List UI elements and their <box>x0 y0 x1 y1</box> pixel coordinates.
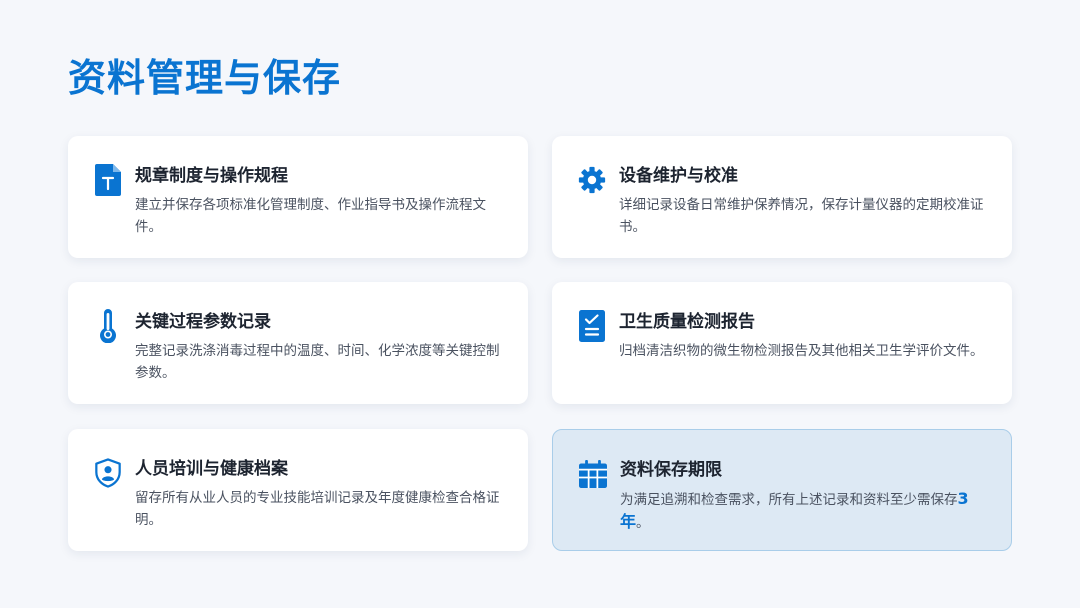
card-title: 人员培训与健康档案 <box>135 459 288 479</box>
document-text-icon <box>94 164 122 196</box>
card-title: 设备维护与校准 <box>619 166 738 186</box>
thermometer-icon <box>94 309 122 343</box>
card-title: 规章制度与操作规程 <box>135 166 288 186</box>
calendar-icon <box>579 458 607 490</box>
card-description: 留存所有从业人员的专业技能培训记录及年度健康检查合格证明。 <box>135 490 500 528</box>
card-retention-period: 资料保存期限 为满足追溯和检查需求，所有上述记录和资料至少需保存3年。 <box>552 429 1012 551</box>
gear-icon <box>578 164 606 196</box>
card-description: 完整记录洗涤消毒过程中的温度、时间、化学浓度等关键控制参数。 <box>135 343 500 381</box>
card-description: 归档清洁织物的微生物检测报告及其他相关卫生学评价文件。 <box>619 343 984 359</box>
card-description: 为满足追溯和检查需求，所有上述记录和资料至少需保存3年。 <box>620 488 992 534</box>
card-description: 建立并保存各项标准化管理制度、作业指导书及操作流程文件。 <box>135 197 486 235</box>
retention-text-end: 。 <box>636 515 650 531</box>
card-title: 资料保存期限 <box>620 460 722 480</box>
card-staff-training: 人员培训与健康档案 留存所有从业人员的专业技能培训记录及年度健康检查合格证明。 <box>68 429 528 551</box>
card-regulations: 规章制度与操作规程 建立并保存各项标准化管理制度、作业指导书及操作流程文件。 <box>68 136 528 258</box>
retention-text: 为满足追溯和检查需求，所有上述记录和资料至少需保存 <box>620 492 958 508</box>
card-process-parameters: 关键过程参数记录 完整记录洗涤消毒过程中的温度、时间、化学浓度等关键控制参数。 <box>68 282 528 404</box>
card-equipment-maintenance: 设备维护与校准 详细记录设备日常维护保养情况，保存计量仪器的定期校准证书。 <box>552 136 1012 258</box>
card-title: 关键过程参数记录 <box>135 312 271 332</box>
card-hygiene-report: 卫生质量检测报告 归档清洁织物的微生物检测报告及其他相关卫生学评价文件。 <box>552 282 1012 404</box>
user-shield-icon <box>94 457 122 489</box>
card-description: 详细记录设备日常维护保养情况，保存计量仪器的定期校准证书。 <box>619 197 984 235</box>
checklist-report-icon <box>578 310 606 342</box>
card-title: 卫生质量检测报告 <box>619 312 755 332</box>
page-title: 资料管理与保存 <box>68 56 342 100</box>
